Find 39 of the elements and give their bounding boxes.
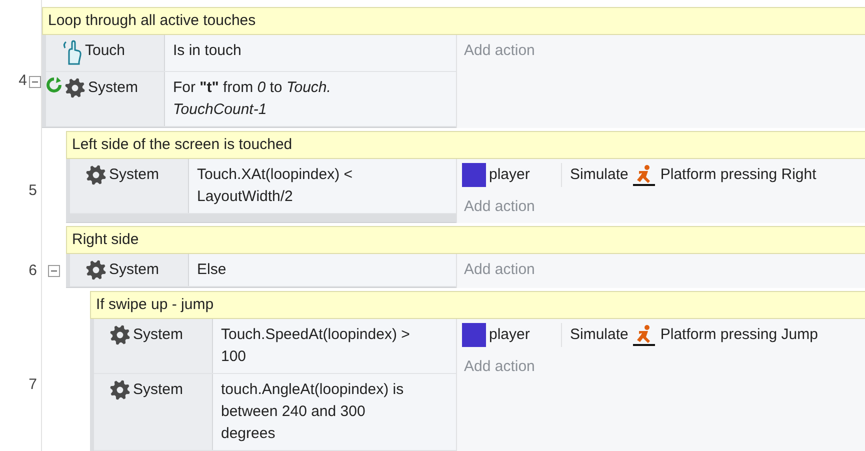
object-name: System	[133, 325, 184, 345]
runner-icon	[633, 324, 656, 346]
line-number: 4	[18, 72, 27, 90]
object-name: System	[133, 380, 184, 400]
gear-icon	[64, 77, 86, 99]
line-number: 7	[28, 376, 37, 394]
gear-icon	[85, 259, 107, 281]
collapse-toggle[interactable]	[29, 76, 41, 88]
add-action-link[interactable]: Add action	[457, 351, 865, 382]
object-name: System	[109, 260, 160, 280]
object-name: System	[88, 78, 140, 98]
collapse-toggle[interactable]	[48, 265, 60, 277]
hand-icon	[61, 40, 83, 66]
object-name: player	[489, 324, 530, 345]
add-action-link[interactable]: Add action	[457, 191, 865, 222]
object-name: Touch	[85, 41, 126, 61]
condition-text: Touch.SpeedAt(loopindex) > 100	[213, 319, 456, 373]
event-comment: Left side of the screen is touched	[66, 131, 865, 159]
runner-icon	[633, 164, 656, 186]
gear-icon	[109, 379, 131, 401]
line-number: 5	[28, 182, 37, 199]
action-text: Platform pressing Right	[660, 164, 816, 185]
condition-text: For "t" from 0 to Touch. TouchCount-1	[165, 72, 456, 126]
condition-text: Else	[189, 254, 456, 286]
object-name: player	[489, 164, 530, 185]
event-comment: If swipe up - jump	[90, 291, 865, 319]
condition-text: touch.AngleAt(loopindex) is between 240 and 300 degrees	[213, 374, 456, 450]
condition-text: Touch.XAt(loopindex) < LayoutWidth/2	[189, 159, 456, 213]
action-verb: Simulate	[570, 324, 628, 345]
object-name: System	[109, 165, 160, 185]
gear-icon	[109, 324, 131, 346]
gear-icon	[85, 164, 107, 186]
action-verb: Simulate	[570, 164, 628, 185]
condition-text: Is in touch	[165, 35, 456, 71]
line-number: 6	[28, 262, 37, 279]
event-comment: Right side	[66, 226, 865, 254]
loop-icon	[46, 77, 62, 93]
action-text: Platform pressing Jump	[660, 324, 818, 345]
event-comment: Loop through all active touches	[42, 7, 865, 35]
